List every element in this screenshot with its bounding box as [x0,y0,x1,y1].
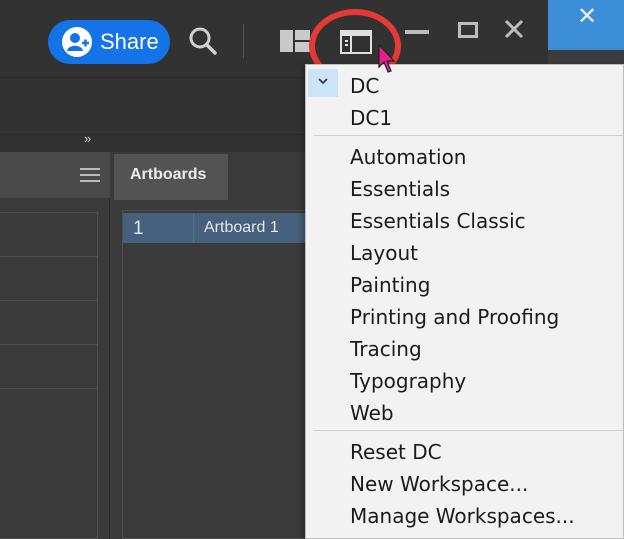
row-divider [193,213,194,243]
menu-item-web[interactable]: Web [350,401,394,425]
hamburger-icon[interactable] [80,168,100,182]
toolbar-divider [243,24,244,58]
menu-item-layout[interactable]: Layout [350,241,418,265]
menu-item-typography[interactable]: Typography [350,369,466,393]
close-icon[interactable] [503,18,525,40]
list-item[interactable] [0,257,97,301]
list-item[interactable] [0,213,97,257]
tab-artboards[interactable]: Artboards [114,154,228,200]
mouse-cursor-icon [378,44,396,73]
menu-separator [314,430,623,431]
menu-item-essentials-classic[interactable]: Essentials Classic [350,209,526,233]
artboard-name: Artboard 1 [204,219,279,236]
active-workspace-marker [308,69,338,97]
artboard-number: 1 [133,218,144,239]
search-icon[interactable] [188,26,218,56]
collapse-panels-icon[interactable]: » [84,131,91,146]
os-close-icon[interactable]: ✕ [574,4,600,30]
menu-item-automation[interactable]: Automation [350,145,466,169]
maximize-icon[interactable] [458,22,478,38]
left-panel [0,152,110,539]
minimize-icon[interactable] [405,30,429,34]
menu-item-painting[interactable]: Painting [350,273,430,297]
left-panel-header [0,152,110,198]
list-item[interactable] [0,301,97,345]
menu-item-manage-workspaces[interactable]: Manage Workspaces... [350,504,575,528]
check-icon [318,78,328,85]
share-button[interactable]: Share [48,20,170,64]
arrange-documents-icon[interactable] [280,30,310,52]
menu-item-dc[interactable]: DC [350,74,379,98]
menu-item-printing-and-proofing[interactable]: Printing and Proofing [350,305,559,329]
share-label: Share [100,29,159,54]
menu-item-reset-dc[interactable]: Reset DC [350,440,442,464]
menu-item-essentials[interactable]: Essentials [350,177,450,201]
menu-separator [314,135,623,136]
user-icon [62,27,92,57]
left-panel-list [0,212,98,539]
menu-item-tracing[interactable]: Tracing [350,337,422,361]
menu-item-dc1[interactable]: DC1 [350,106,392,130]
workspace-menu: DC DC1 Automation Essentials Essentials … [305,64,624,539]
list-item[interactable] [0,345,97,389]
menu-item-new-workspace[interactable]: New Workspace... [350,472,528,496]
